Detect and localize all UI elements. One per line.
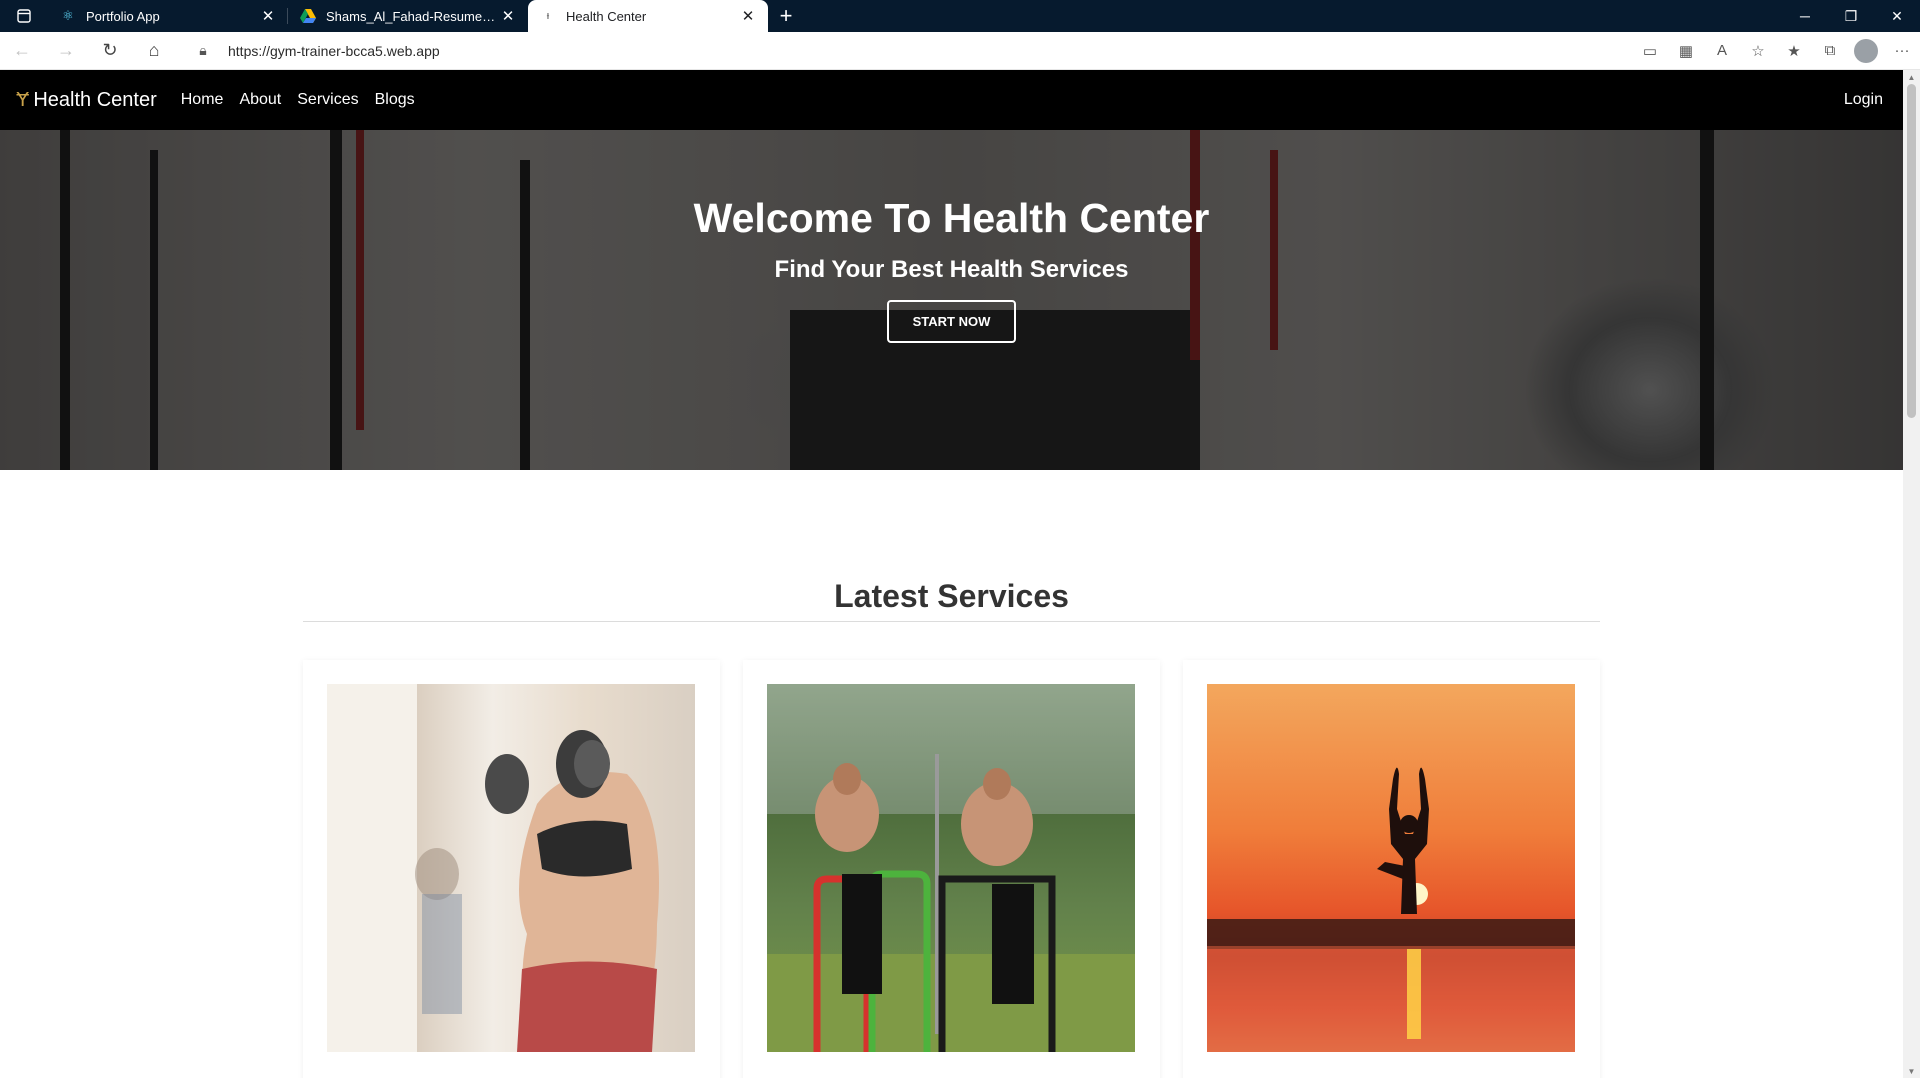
scroll-up-icon[interactable]: ▲ [1903,70,1920,84]
tab-title: Health Center [566,8,647,24]
nav-home[interactable]: Home [181,91,224,109]
window-controls: ─ ❐ ✕ [1782,0,1920,32]
nav-links: Home About Services Blogs [181,91,415,109]
new-tab-button[interactable]: + [768,0,804,32]
service-card[interactable] [743,660,1160,1078]
profile-icon[interactable] [1848,32,1884,70]
tab-health-center[interactable]: ᵻ Health Center ✕ [528,0,768,32]
page-scrollbar[interactable]: ▲ ▼ [1903,70,1920,1078]
lock-icon[interactable]: 🔒︎ [188,42,218,59]
divider [303,621,1600,622]
tab-title: Shams_Al_Fahad-Resume-converted [326,8,498,24]
service-card[interactable] [1183,660,1600,1078]
nav-services[interactable]: Services [297,91,358,109]
site-navbar: Ɏ Health Center Home About Services Blog… [0,70,1903,130]
add-favorite-icon[interactable]: ☆ [1740,32,1776,70]
browser-tab-bar: ⚛ Portfolio App ✕ Shams_Al_Fahad-Resume-… [0,0,1920,32]
tab-title: Portfolio App [86,8,160,24]
scrollbar-thumb[interactable] [1907,84,1916,418]
nav-about[interactable]: About [239,91,281,109]
login-link[interactable]: Login [1844,91,1883,109]
read-aloud-icon[interactable]: A [1704,32,1740,70]
react-icon: ⚛ [62,8,74,23]
site-brand[interactable]: Ɏ Health Center [16,89,157,112]
service-image [327,684,695,1052]
dumbbell-icon: ᵻ [546,10,550,22]
drive-icon [300,8,316,24]
app-available-icon[interactable]: ▭ [1632,32,1668,70]
close-icon[interactable]: ✕ [258,6,278,26]
brand-name: Health Center [33,88,157,111]
browser-toolbar: ← → ↻ ⌂ 🔒︎ https://gym-trainer-bcca5.web… [0,32,1920,70]
service-image [1207,684,1575,1052]
hero-subtitle: Find Your Best Health Services [774,256,1129,283]
qr-code-icon[interactable]: ▦ [1668,32,1704,70]
restore-icon[interactable]: ❐ [1828,0,1874,32]
toolbar-icons: ▭ ▦ A ☆ ★ ⧉ ··· [1632,32,1920,70]
minimize-icon[interactable]: ─ [1782,0,1828,32]
hero-content: Welcome To Health Center Find Your Best … [0,195,1903,343]
collections-icon[interactable]: ⧉ [1812,32,1848,70]
home-icon[interactable]: ⌂ [132,32,176,70]
service-image [767,684,1135,1052]
hero-title: Welcome To Health Center [693,195,1210,241]
close-icon[interactable]: ✕ [738,6,758,26]
hero-banner: Welcome To Health Center Find Your Best … [0,130,1903,470]
tab-portfolio-app[interactable]: ⚛ Portfolio App ✕ [48,0,288,32]
avatar [1854,38,1878,63]
url-text[interactable]: https://gym-trainer-bcca5.web.app [228,43,440,59]
refresh-icon[interactable]: ↻ [88,32,132,70]
start-now-button[interactable]: START NOW [886,300,1017,343]
favorites-icon[interactable]: ★ [1776,32,1812,70]
nav-blogs[interactable]: Blogs [375,91,415,109]
forward-icon[interactable]: → [44,32,88,70]
more-icon[interactable]: ··· [1884,32,1920,70]
address-bar[interactable]: 🔒︎ https://gym-trainer-bcca5.web.app [188,36,1578,66]
page-viewport: Ɏ Health Center Home About Services Blog… [0,70,1903,1078]
tab-resume[interactable]: Shams_Al_Fahad-Resume-converted ✕ [288,0,528,32]
close-icon[interactable]: ✕ [498,6,518,26]
brand-logo-icon: Ɏ [16,88,30,111]
scroll-down-icon[interactable]: ▼ [1903,1064,1920,1078]
section-heading: Latest Services [834,578,1069,614]
service-card[interactable] [303,660,720,1078]
close-window-icon[interactable]: ✕ [1874,0,1920,32]
tab-actions-icon[interactable] [0,0,48,32]
back-icon[interactable]: ← [0,32,44,70]
